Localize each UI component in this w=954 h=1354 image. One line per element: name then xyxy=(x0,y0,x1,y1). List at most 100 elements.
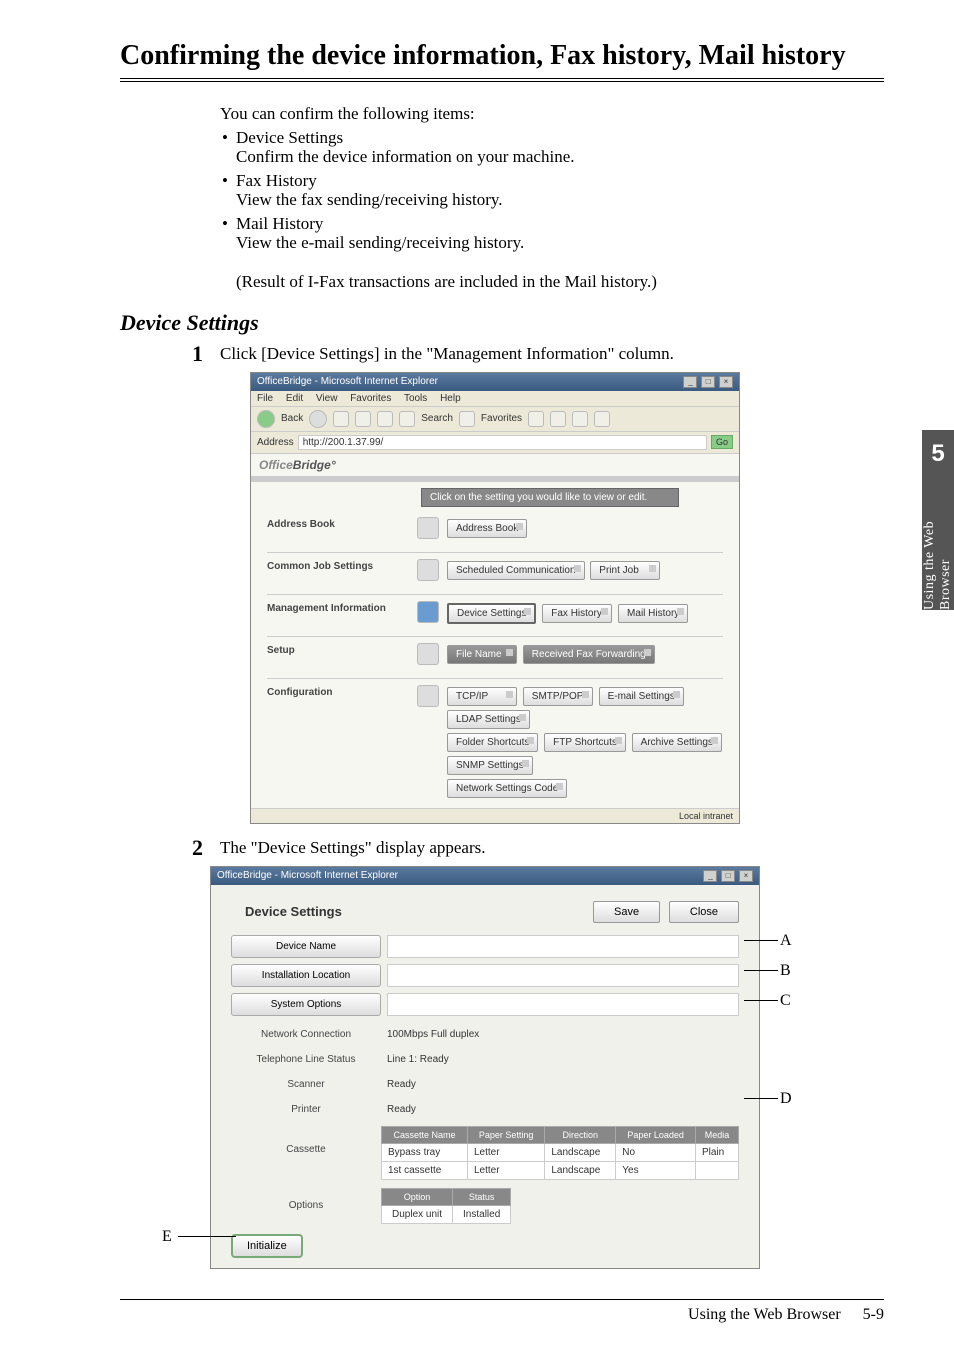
callout-line xyxy=(744,970,778,971)
device-settings-button[interactable]: Device Settings xyxy=(447,603,536,624)
address-book-icon xyxy=(417,517,439,539)
intro-item-desc: Confirm the device information on your m… xyxy=(236,147,884,167)
device-settings-title: Device Settings xyxy=(245,904,342,919)
section-label-setup: Setup xyxy=(267,643,417,668)
chapter-number: 5 xyxy=(931,440,944,468)
label-system-options: System Options xyxy=(231,993,381,1016)
common-job-icon xyxy=(417,559,439,581)
initialize-button[interactable]: Initialize xyxy=(231,1234,303,1258)
received-fax-forwarding-button[interactable]: Received Fax Forwarding xyxy=(523,645,655,664)
callout-line xyxy=(744,940,778,941)
close-icon[interactable]: × xyxy=(719,376,733,388)
callout-d: D xyxy=(780,1090,792,1108)
menu-file[interactable]: File xyxy=(257,393,273,404)
intro-item-desc: View the fax sending/receiving history. xyxy=(236,190,884,210)
label-scanner: Scanner xyxy=(231,1076,381,1093)
minimize-icon[interactable]: _ xyxy=(683,376,697,388)
setup-icon xyxy=(417,643,439,665)
callout-b: B xyxy=(780,962,791,980)
mail-icon[interactable] xyxy=(572,411,588,427)
label-options: Options xyxy=(231,1188,381,1214)
label-cassette: Cassette xyxy=(231,1126,381,1158)
callout-a: A xyxy=(780,932,792,950)
options-table: Option Status Duplex unit Installed xyxy=(381,1188,511,1224)
favorites-icon[interactable] xyxy=(459,411,475,427)
label-network-connection: Network Connection xyxy=(231,1026,381,1043)
browser-toolbar: Back Search Favorites xyxy=(251,406,739,432)
row-installation-location: Installation Location xyxy=(231,964,739,987)
fax-history-button[interactable]: Fax History xyxy=(542,604,612,623)
archive-settings-button[interactable]: Archive Settings xyxy=(632,733,722,752)
th-status: Status xyxy=(453,1188,511,1205)
smtp-pop-button[interactable]: SMTP/POP xyxy=(523,687,593,706)
menu-favorites[interactable]: Favorites xyxy=(350,393,391,404)
media-icon[interactable] xyxy=(528,411,544,427)
forward-icon[interactable] xyxy=(309,410,327,428)
search-icon[interactable] xyxy=(399,411,415,427)
address-field[interactable]: http://200.1.37.99/ xyxy=(298,435,707,450)
step-text: The "Device Settings" display appears. xyxy=(220,838,486,857)
folder-shortcuts-button[interactable]: Folder Shortcuts xyxy=(447,733,538,752)
mail-history-button[interactable]: Mail History xyxy=(618,604,688,623)
refresh-icon[interactable] xyxy=(355,411,371,427)
value-system-options[interactable] xyxy=(387,993,739,1016)
print-icon[interactable] xyxy=(594,411,610,427)
menu-tools[interactable]: Tools xyxy=(404,393,427,404)
instruction-bar: Click on the setting you would like to v… xyxy=(421,488,679,507)
callout-c: C xyxy=(780,992,791,1010)
label-telephone-line-status: Telephone Line Status xyxy=(231,1051,381,1068)
ldap-settings-button[interactable]: LDAP Settings xyxy=(447,710,530,729)
save-button[interactable]: Save xyxy=(593,901,660,923)
officebridge-logo: OfficeBridge° xyxy=(251,454,739,476)
maximize-icon[interactable]: □ xyxy=(701,376,715,388)
step-number: 2 xyxy=(192,835,203,861)
value-telephone-line-status: Line 1: Ready xyxy=(381,1051,739,1068)
maximize-icon[interactable]: □ xyxy=(721,870,735,882)
th-option: Option xyxy=(382,1188,453,1205)
intro-block: You can confirm the following items: Dev… xyxy=(220,104,884,292)
chapter-side-tab: 5 Using the Web Browser xyxy=(922,430,954,610)
snmp-settings-button[interactable]: SNMP Settings xyxy=(447,756,533,775)
page-footer: Using the Web Browser 5-9 xyxy=(120,1299,884,1324)
close-button[interactable]: Close xyxy=(669,901,739,923)
menu-help[interactable]: Help xyxy=(440,393,461,404)
address-book-button[interactable]: Address Book xyxy=(447,519,527,538)
value-device-name[interactable] xyxy=(387,935,739,958)
menu-edit[interactable]: Edit xyxy=(286,393,303,404)
value-scanner: Ready xyxy=(381,1076,739,1093)
ftp-shortcuts-button[interactable]: FTP Shortcuts xyxy=(544,733,626,752)
email-settings-button[interactable]: E-mail Settings xyxy=(599,687,684,706)
stop-icon[interactable] xyxy=(333,411,349,427)
screenshot-officebridge-main: OfficeBridge - Microsoft Internet Explor… xyxy=(250,372,740,824)
back-icon[interactable] xyxy=(257,410,275,428)
window-controls: _ □ × xyxy=(682,376,733,388)
intro-item: Fax History View the fax sending/receivi… xyxy=(220,171,884,210)
value-installation-location[interactable] xyxy=(387,964,739,987)
history-icon[interactable] xyxy=(550,411,566,427)
callout-e: E xyxy=(162,1228,172,1246)
chapter-side-text: Using the Web Browser xyxy=(922,478,954,610)
file-name-button[interactable]: File Name xyxy=(447,645,517,664)
close-icon[interactable]: × xyxy=(739,870,753,882)
go-button[interactable]: Go xyxy=(711,435,733,449)
cassette-table: Cassette Name Paper Setting Direction Pa… xyxy=(381,1126,739,1180)
home-icon[interactable] xyxy=(377,411,393,427)
section-label-mgmt-info: Management Information xyxy=(267,601,417,626)
intro-item-title: Fax History xyxy=(236,171,317,190)
minimize-icon[interactable]: _ xyxy=(703,870,717,882)
configuration-icon xyxy=(417,685,439,707)
print-job-button[interactable]: Print Job xyxy=(590,561,660,580)
step-number: 1 xyxy=(192,341,203,367)
network-settings-code-button[interactable]: Network Settings Code xyxy=(447,779,567,798)
tcpip-button[interactable]: TCP/IP xyxy=(447,687,517,706)
favorites-label: Favorites xyxy=(481,413,522,424)
step-text: Click [Device Settings] in the "Manageme… xyxy=(220,344,674,363)
menu-view[interactable]: View xyxy=(316,393,338,404)
status-zone: Local intranet xyxy=(679,811,733,821)
intro-item: Device Settings Confirm the device infor… xyxy=(220,128,884,167)
table-row: Duplex unit Installed xyxy=(382,1205,511,1223)
window-titlebar: OfficeBridge - Microsoft Internet Explor… xyxy=(251,373,739,391)
scheduled-communication-button[interactable]: Scheduled Communication xyxy=(447,561,585,580)
callout-line xyxy=(744,1000,778,1001)
intro-item-desc: View the e-mail sending/receiving histor… xyxy=(236,233,884,253)
